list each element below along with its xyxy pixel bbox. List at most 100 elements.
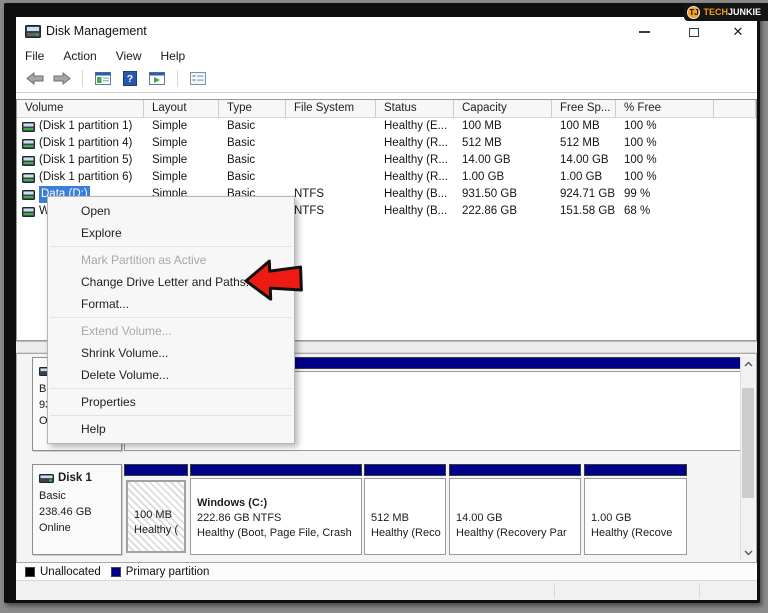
status-separator xyxy=(554,583,555,598)
disk1-name: Disk 1 xyxy=(58,472,92,484)
app-icon xyxy=(25,25,41,38)
volume-name: (Disk 1 partition 1) xyxy=(39,120,133,132)
volume-icon xyxy=(22,172,35,183)
minimize-icon xyxy=(638,31,650,33)
vertical-scrollbar[interactable] xyxy=(740,356,754,560)
minimize-button[interactable] xyxy=(627,17,661,47)
disk1-partition-14gb[interactable]: 14.00 GB Healthy (Recovery Par xyxy=(449,464,581,555)
primary-partition-strip xyxy=(364,464,446,476)
close-button[interactable]: ✕ xyxy=(721,17,755,47)
menu-view[interactable]: View xyxy=(116,49,142,63)
column-header-capacity[interactable]: Capacity xyxy=(454,100,552,117)
table-row[interactable]: (Disk 1 partition 6) Simple Basic Health… xyxy=(17,169,756,186)
toolbar-separator xyxy=(177,70,178,87)
column-header-type[interactable]: Type xyxy=(219,100,286,117)
toolbar-separator xyxy=(82,70,83,87)
menu-help[interactable]: Help xyxy=(161,49,186,63)
column-header-freespace[interactable]: Free Sp... xyxy=(552,100,616,117)
properties-button[interactable] xyxy=(188,70,208,88)
menu-bar: File Action View Help xyxy=(16,47,757,65)
chevron-down-icon xyxy=(744,550,752,555)
window-controls: ✕ xyxy=(607,17,757,47)
legend-primary-partition: Primary partition xyxy=(110,566,209,578)
disk1-kind: Basic xyxy=(39,490,66,502)
volume-icon xyxy=(22,138,35,149)
scrollbar-thumb[interactable] xyxy=(742,388,754,498)
maximize-button[interactable] xyxy=(677,17,711,47)
disk1-partition-efi[interactable]: 100 MB Healthy ( xyxy=(124,464,188,555)
menu-file[interactable]: File xyxy=(25,49,44,63)
menu-separator xyxy=(48,413,294,418)
scroll-down-button[interactable] xyxy=(741,545,755,560)
help-icon: ? xyxy=(123,71,137,86)
techjunkie-badge: TJ TECH JUNKIE xyxy=(684,3,768,21)
svg-text:?: ? xyxy=(127,73,133,85)
column-header-blank xyxy=(714,100,756,117)
disk1-status: Online xyxy=(39,522,71,534)
back-button[interactable] xyxy=(25,70,45,88)
action-pane-button[interactable] xyxy=(147,70,167,88)
context-menu: Open Explore Mark Partition as Active Ch… xyxy=(47,196,295,444)
unallocated-swatch xyxy=(25,566,35,577)
properties-icon xyxy=(190,72,206,85)
console-tree-button[interactable] xyxy=(93,70,113,88)
volume-name: (Disk 1 partition 5) xyxy=(39,154,133,166)
partition-body: 512 MB Healthy (Reco xyxy=(364,478,446,555)
primary-partition-strip xyxy=(449,464,581,476)
disk1-partition-windows-c[interactable]: Windows (C:) 222.86 GB NTFS Healthy (Boo… xyxy=(190,464,362,555)
forward-button[interactable] xyxy=(52,70,72,88)
disk1-partition-1gb[interactable]: 1.00 GB Healthy (Recove xyxy=(584,464,687,555)
menu-separator xyxy=(48,315,294,320)
primary-partition-strip xyxy=(190,464,362,476)
menu-item-shrink-volume[interactable]: Shrink Volume... xyxy=(48,342,294,364)
toolbar: ? xyxy=(16,65,757,93)
volume-icon xyxy=(22,189,35,200)
console-window-icon xyxy=(95,72,111,85)
disk1-partition-512mb[interactable]: 512 MB Healthy (Reco xyxy=(364,464,446,555)
column-header-layout[interactable]: Layout xyxy=(144,100,219,117)
back-arrow-icon xyxy=(26,72,44,85)
menu-item-explore[interactable]: Explore xyxy=(48,222,294,244)
volume-icon xyxy=(22,121,35,132)
table-row[interactable]: (Disk 1 partition 4) Simple Basic Health… xyxy=(17,135,756,152)
partition-body: Windows (C:) 222.86 GB NTFS Healthy (Boo… xyxy=(190,478,362,555)
menu-item-open[interactable]: Open xyxy=(48,200,294,222)
scroll-up-button[interactable] xyxy=(741,356,755,371)
status-bar xyxy=(16,580,757,600)
help-button[interactable]: ? xyxy=(120,70,140,88)
menu-item-help[interactable]: Help xyxy=(48,418,294,440)
legend-bar: Unallocated Primary partition xyxy=(16,563,757,580)
volume-name: (Disk 1 partition 6) xyxy=(39,171,133,183)
menu-action[interactable]: Action xyxy=(63,49,96,63)
volume-icon xyxy=(22,206,35,217)
volume-name: (Disk 1 partition 4) xyxy=(39,137,133,149)
primary-partition-swatch xyxy=(110,566,121,577)
column-header-status[interactable]: Status xyxy=(376,100,454,117)
forward-arrow-icon xyxy=(53,72,71,85)
partition-body: 14.00 GB Healthy (Recovery Par xyxy=(449,478,581,555)
table-row[interactable]: (Disk 1 partition 5) Simple Basic Health… xyxy=(17,152,756,169)
menu-item-properties[interactable]: Properties xyxy=(48,391,294,413)
title-bar: Disk Management ✕ xyxy=(16,17,757,47)
screenshot-root: Disk Management ✕ File Action View Help xyxy=(0,0,768,613)
table-header: Volume Layout Type File System Status Ca… xyxy=(17,100,756,118)
console-action-icon xyxy=(149,72,165,85)
red-callout-arrow-icon xyxy=(244,259,303,301)
column-header-volume[interactable]: Volume xyxy=(17,100,144,117)
disk-icon xyxy=(39,473,54,483)
menu-separator xyxy=(48,244,294,249)
maximize-icon xyxy=(689,27,699,37)
column-header-pctfree[interactable]: % Free xyxy=(616,100,714,117)
disk1-label[interactable]: Disk 1 Basic 238.46 GB Online xyxy=(32,464,122,555)
table-row[interactable]: (Disk 1 partition 1) Simple Basic Health… xyxy=(17,118,756,135)
menu-item-extend-volume: Extend Volume... xyxy=(81,324,172,338)
primary-partition-strip xyxy=(584,464,687,476)
column-header-filesystem[interactable]: File System xyxy=(286,100,376,117)
legend-unallocated: Unallocated xyxy=(25,566,101,578)
page-title: Disk Management xyxy=(46,24,147,38)
volume-icon xyxy=(22,155,35,166)
menu-item-delete-volume[interactable]: Delete Volume... xyxy=(48,364,294,386)
menu-separator xyxy=(48,386,294,391)
disk1-size: 238.46 GB xyxy=(39,506,92,518)
partition-body: 1.00 GB Healthy (Recove xyxy=(584,478,687,555)
